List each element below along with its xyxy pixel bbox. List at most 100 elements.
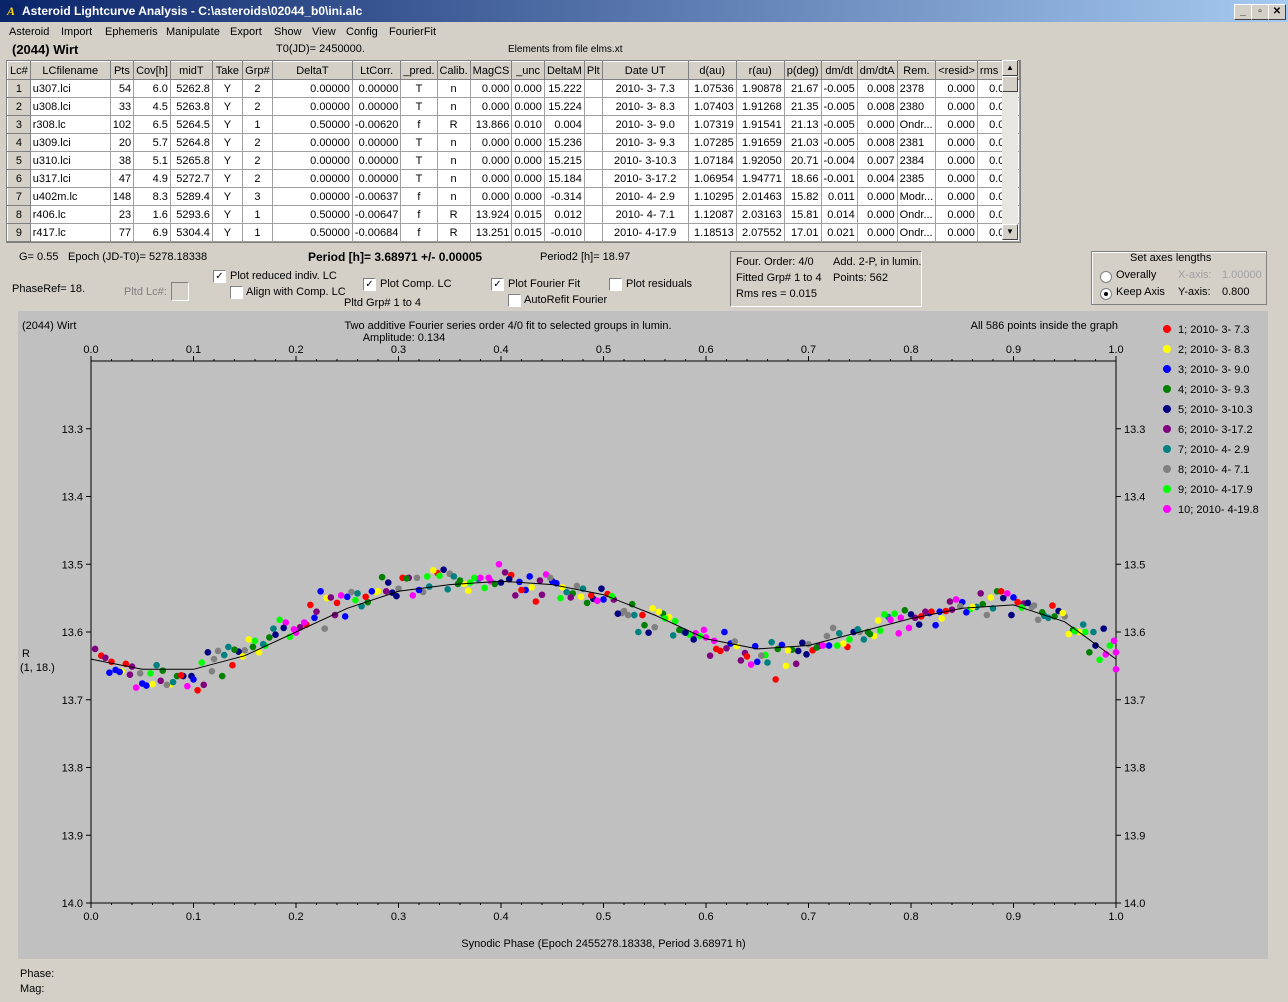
- table-cell[interactable]: 0.000: [935, 187, 978, 206]
- table-cell[interactable]: -0.001: [820, 169, 858, 188]
- table-cell[interactable]: Y: [211, 223, 243, 242]
- table-cell[interactable]: 1.91541: [735, 115, 785, 134]
- menu-export[interactable]: Export: [230, 26, 262, 38]
- table-cell[interactable]: R: [436, 205, 471, 224]
- table-cell[interactable]: Modr...: [896, 187, 937, 206]
- table-cell[interactable]: -0.00637: [351, 187, 402, 206]
- row-number[interactable]: 3: [7, 115, 31, 134]
- table-cell[interactable]: 1.94771: [735, 169, 785, 188]
- table-cell[interactable]: -0.005: [820, 115, 858, 134]
- table-cell[interactable]: [583, 151, 603, 170]
- table-cell[interactable]: 1.06954: [687, 169, 737, 188]
- column-header[interactable]: midT: [169, 61, 213, 80]
- table-cell[interactable]: 0.000: [469, 79, 513, 98]
- row-number[interactable]: 5: [7, 151, 31, 170]
- table-cell[interactable]: 0.000: [469, 97, 513, 116]
- table-cell[interactable]: u310.lci: [29, 151, 111, 170]
- plot-fourier-checkbox[interactable]: ✓: [491, 278, 504, 291]
- table-cell[interactable]: 0.00000: [351, 169, 402, 188]
- table-cell[interactable]: Y: [211, 97, 243, 116]
- table-scrollbar[interactable]: ▲ ▼: [1002, 60, 1018, 240]
- table-cell[interactable]: 1.12087: [687, 205, 737, 224]
- table-cell[interactable]: [583, 133, 603, 152]
- table-cell[interactable]: 2010- 3- 7.3: [601, 79, 689, 98]
- table-cell[interactable]: 13.251: [469, 223, 513, 242]
- minimize-button[interactable]: _: [1234, 4, 1252, 20]
- table-cell[interactable]: 1.07285: [687, 133, 737, 152]
- table-cell[interactable]: 6.9: [133, 223, 171, 242]
- table-cell[interactable]: 0.50000: [271, 223, 353, 242]
- column-header[interactable]: p(deg): [783, 61, 822, 80]
- autorefit-checkbox[interactable]: [508, 294, 521, 307]
- table-row[interactable]: 5 u310.lci 38 5.1 5265.8 Y 2 0.00000 0.00000 Tn 0.…: [7, 151, 1020, 170]
- table-cell[interactable]: 2010- 3- 9.3: [601, 133, 689, 152]
- menu-ephemeris[interactable]: Ephemeris: [105, 26, 158, 38]
- table-cell[interactable]: [583, 97, 603, 116]
- keep-axis-radio[interactable]: [1100, 288, 1112, 300]
- table-cell[interactable]: R: [436, 223, 471, 242]
- table-cell[interactable]: 2378: [896, 79, 937, 98]
- table-cell[interactable]: -0.00647: [351, 205, 402, 224]
- table-cell[interactable]: Ondr...: [896, 205, 937, 224]
- table-cell[interactable]: 0.000: [935, 169, 978, 188]
- table-cell[interactable]: 1.91659: [735, 133, 785, 152]
- table-row[interactable]: 6 u317.lci 47 4.9 5272.7 Y 2 0.00000 0.00000 Tn 0.…: [7, 169, 1020, 188]
- table-cell[interactable]: 0.015: [511, 223, 545, 242]
- table-cell[interactable]: Y: [211, 205, 243, 224]
- menu-manipulate[interactable]: Manipulate: [166, 26, 220, 38]
- table-cell[interactable]: [583, 223, 603, 242]
- table-cell[interactable]: 1: [241, 223, 273, 242]
- table-cell[interactable]: 0.000: [469, 169, 513, 188]
- restore-button[interactable]: ▫: [1251, 4, 1269, 20]
- table-cell[interactable]: 2010- 4- 2.9: [601, 187, 689, 206]
- pltd-lc-spinner[interactable]: [171, 282, 189, 301]
- table-cell[interactable]: 102: [109, 115, 135, 134]
- lightcurve-chart[interactable]: (2044) Wirt Two additive Fourier series o…: [18, 311, 1268, 959]
- table-cell[interactable]: 0.000: [856, 187, 898, 206]
- table-cell[interactable]: 2010- 3-10.3: [601, 151, 689, 170]
- table-cell[interactable]: 0.000: [935, 223, 978, 242]
- table-cell[interactable]: 0.00000: [271, 97, 353, 116]
- table-cell[interactable]: T: [400, 79, 438, 98]
- table-cell[interactable]: 0.00000: [271, 151, 353, 170]
- table-cell[interactable]: 5263.8: [169, 97, 213, 116]
- table-cell[interactable]: 77: [109, 223, 135, 242]
- table-cell[interactable]: 2010- 3- 8.3: [601, 97, 689, 116]
- table-cell[interactable]: 0.000: [856, 223, 898, 242]
- table-cell[interactable]: Y: [211, 133, 243, 152]
- table-cell[interactable]: 0.008: [856, 97, 898, 116]
- column-header[interactable]: Cov[h]: [133, 61, 171, 80]
- table-cell[interactable]: 2.03163: [735, 205, 785, 224]
- plot-residuals-checkbox[interactable]: [609, 278, 622, 291]
- column-header[interactable]: LtCorr.: [351, 61, 402, 80]
- table-cell[interactable]: 20: [109, 133, 135, 152]
- row-number[interactable]: 9: [7, 223, 31, 242]
- table-cell[interactable]: 1.6: [133, 205, 171, 224]
- table-cell[interactable]: 15.82: [783, 187, 822, 206]
- table-cell[interactable]: 0.000: [469, 151, 513, 170]
- row-number[interactable]: 4: [7, 133, 31, 152]
- table-cell[interactable]: 1.92050: [735, 151, 785, 170]
- table-cell[interactable]: Y: [211, 151, 243, 170]
- table-cell[interactable]: -0.005: [820, 97, 858, 116]
- table-cell[interactable]: 0.004: [856, 169, 898, 188]
- menu-view[interactable]: View: [312, 26, 336, 38]
- table-cell[interactable]: 0.000: [935, 205, 978, 224]
- table-cell[interactable]: Ondr...: [896, 223, 937, 242]
- table-cell[interactable]: n: [436, 169, 471, 188]
- table-cell[interactable]: 1.07319: [687, 115, 737, 134]
- table-cell[interactable]: 5264.8: [169, 133, 213, 152]
- table-cell[interactable]: 2381: [896, 133, 937, 152]
- table-cell[interactable]: 54: [109, 79, 135, 98]
- column-header[interactable]: Plt: [583, 61, 603, 80]
- table-cell[interactable]: 1: [241, 205, 273, 224]
- table-cell[interactable]: 2385: [896, 169, 937, 188]
- table-cell[interactable]: 0.015: [511, 205, 545, 224]
- column-header[interactable]: Pts: [109, 61, 135, 80]
- column-header[interactable]: d(au): [687, 61, 737, 80]
- xaxis-value[interactable]: 1.00000: [1222, 269, 1262, 281]
- table-cell[interactable]: 2: [241, 79, 273, 98]
- table-cell[interactable]: n: [436, 97, 471, 116]
- table-cell[interactable]: 0.012: [543, 205, 585, 224]
- column-header[interactable]: Take: [211, 61, 243, 80]
